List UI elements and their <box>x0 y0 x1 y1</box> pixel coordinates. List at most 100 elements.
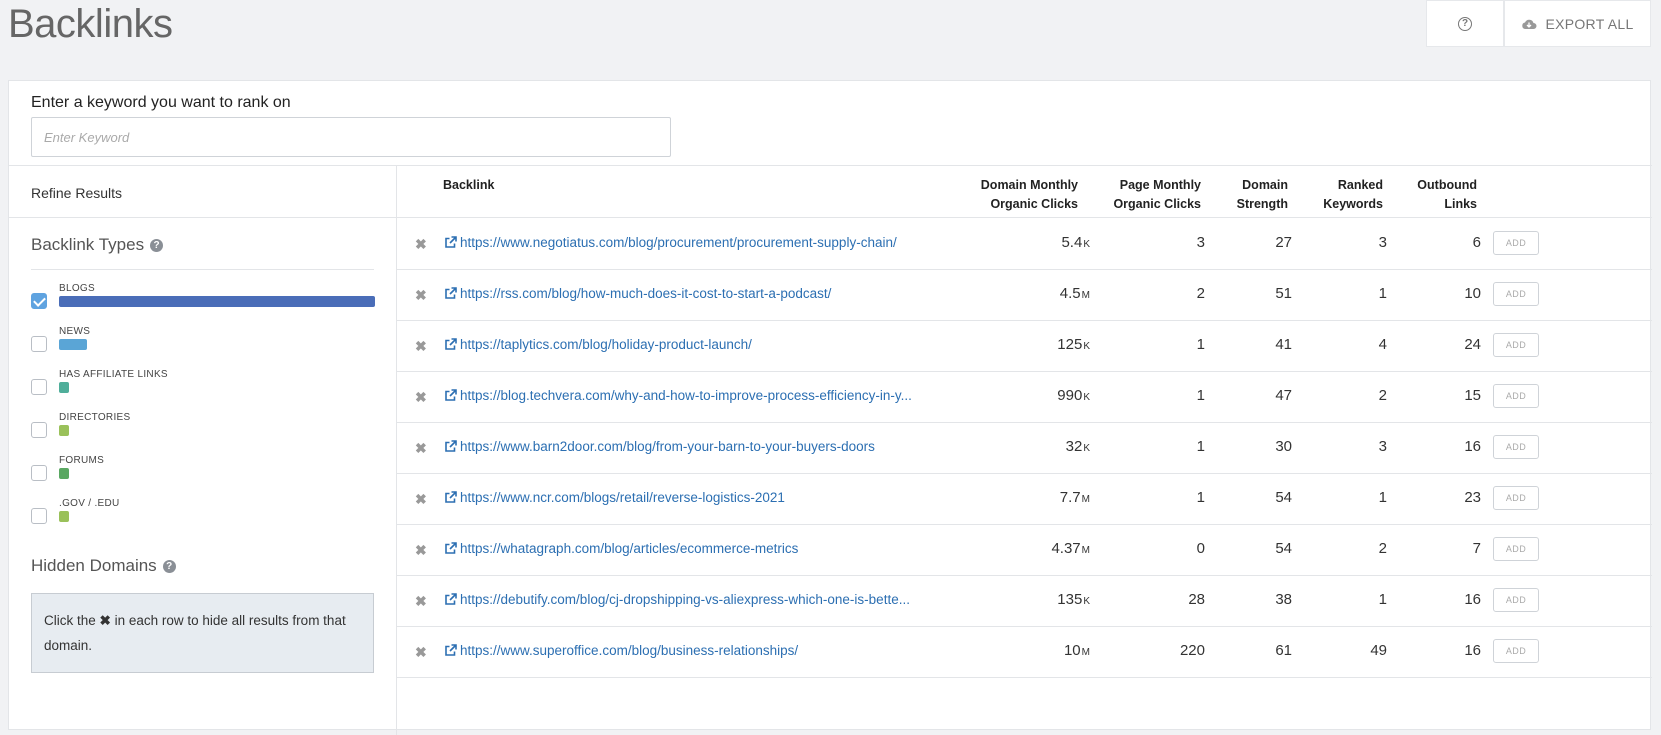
cell-outbound-links: 10 <box>1464 285 1481 302</box>
backlink-url[interactable]: https://blog.techvera.com/why-and-how-to… <box>460 388 912 403</box>
header-ranked-keywords[interactable]: Ranked Keywords <box>1313 176 1383 214</box>
cell-domain-clicks: 32K <box>1000 438 1090 455</box>
type-checkbox[interactable] <box>31 379 47 395</box>
table-row: ✖ https://debutify.com/blog/cj-dropshippi… <box>397 575 1652 626</box>
cell-unit: M <box>1081 290 1090 301</box>
cell-page-clicks: 3 <box>1196 234 1205 251</box>
cell-outbound-links: 16 <box>1464 591 1481 608</box>
keyword-input[interactable] <box>31 117 671 157</box>
backlink-type-item[interactable]: DIRECTORIES <box>31 410 391 450</box>
add-button[interactable]: ADD <box>1493 384 1539 408</box>
external-link-icon[interactable] <box>444 593 457 606</box>
row-divider <box>397 677 1652 678</box>
backlink-type-item[interactable]: FORUMS <box>31 453 391 493</box>
hide-domain-icon[interactable]: ✖ <box>415 441 427 455</box>
type-bar <box>59 382 69 393</box>
cell-ranked-keywords: 2 <box>1378 387 1387 404</box>
cell-outbound-links: 16 <box>1464 642 1481 659</box>
add-button[interactable]: ADD <box>1493 282 1539 306</box>
divider <box>31 269 374 270</box>
hide-domain-icon[interactable]: ✖ <box>415 594 427 608</box>
export-all-button[interactable]: EXPORT ALL <box>1504 0 1651 47</box>
hide-domain-icon[interactable]: ✖ <box>415 237 427 251</box>
backlinks-card: Enter a keyword you want to rank on Refi… <box>8 80 1652 735</box>
external-link-icon[interactable] <box>444 644 457 657</box>
type-checkbox[interactable] <box>31 508 47 524</box>
backlink-url[interactable]: https://whatagraph.com/blog/articles/eco… <box>460 541 798 556</box>
backlink-type-item[interactable]: NEWS <box>31 324 391 364</box>
hide-domain-icon[interactable]: ✖ <box>415 288 427 302</box>
type-checkbox[interactable] <box>31 465 47 481</box>
external-link-icon[interactable] <box>444 491 457 504</box>
cell-ranked-keywords: 1 <box>1378 591 1387 608</box>
add-button[interactable]: ADD <box>1493 537 1539 561</box>
question-icon[interactable]: ? <box>150 238 164 252</box>
cell-ranked-keywords: 3 <box>1378 438 1387 455</box>
cell-domain-strength: 30 <box>1275 438 1292 455</box>
cell-outbound-links: 6 <box>1472 234 1481 251</box>
cell-unit: K <box>1083 443 1090 454</box>
backlink-url[interactable]: https://taplytics.com/blog/holiday-produ… <box>460 337 752 352</box>
hide-domain-icon[interactable]: ✖ <box>415 492 427 506</box>
add-button[interactable]: ADD <box>1493 588 1539 612</box>
backlink-url[interactable]: https://www.negotiatus.com/blog/procurem… <box>460 235 897 250</box>
backlink-url[interactable]: https://rss.com/blog/how-much-does-it-co… <box>460 286 831 301</box>
backlink-url[interactable]: https://www.ncr.com/blogs/retail/reverse… <box>460 490 785 505</box>
hide-domain-icon[interactable]: ✖ <box>415 543 427 557</box>
external-link-icon[interactable] <box>444 236 457 249</box>
cell-value: 32 <box>1065 438 1083 455</box>
refine-results-title: Refine Results <box>31 185 123 201</box>
help-button[interactable]: ? <box>1426 0 1504 47</box>
cell-page-clicks: 2 <box>1196 285 1205 302</box>
export-all-label: EXPORT ALL <box>1545 15 1634 32</box>
divider <box>9 165 1652 166</box>
hide-domain-icon[interactable]: ✖ <box>415 645 427 659</box>
question-icon[interactable]: ? <box>162 559 176 573</box>
cell-ranked-keywords: 1 <box>1378 489 1387 506</box>
external-link-icon[interactable] <box>444 440 457 453</box>
cell-domain-strength: 27 <box>1275 234 1292 251</box>
hide-domain-icon[interactable]: ✖ <box>415 339 427 353</box>
external-link-icon[interactable] <box>444 287 457 300</box>
backlink-types-label: Backlink Types <box>31 235 145 254</box>
backlink-url[interactable]: https://www.superoffice.com/blog/busines… <box>460 643 798 658</box>
backlink-type-item[interactable]: HAS AFFILIATE LINKS <box>31 367 391 407</box>
add-button[interactable]: ADD <box>1493 639 1539 663</box>
header-domain-strength[interactable]: Domain Strength <box>1228 176 1288 214</box>
add-button[interactable]: ADD <box>1493 333 1539 357</box>
type-checkbox[interactable] <box>31 422 47 438</box>
header-backlink[interactable]: Backlink <box>443 176 494 195</box>
table-row: ✖ https://taplytics.com/blog/holiday-prod… <box>397 320 1652 371</box>
cell-ranked-keywords: 2 <box>1378 540 1387 557</box>
cell-page-clicks: 28 <box>1188 591 1205 608</box>
header-page-clicks[interactable]: Page Monthly Organic Clicks <box>1109 176 1201 214</box>
external-link-icon[interactable] <box>444 338 457 351</box>
table-row: ✖ https://www.barn2door.com/blog/from-you… <box>397 422 1652 473</box>
type-label: .GOV / .EDU <box>59 498 120 509</box>
cell-value: 10 <box>1063 642 1081 659</box>
add-button[interactable]: ADD <box>1493 435 1539 459</box>
backlink-type-item[interactable]: .GOV / .EDU <box>31 496 391 536</box>
type-checkbox[interactable] <box>31 293 47 309</box>
cell-unit: K <box>1083 596 1090 607</box>
cell-domain-clicks: 4.37M <box>1000 540 1090 557</box>
external-link-icon[interactable] <box>444 389 457 402</box>
external-link-icon[interactable] <box>444 542 457 555</box>
add-button[interactable]: ADD <box>1493 486 1539 510</box>
add-button[interactable]: ADD <box>1493 231 1539 255</box>
backlink-url[interactable]: https://debutify.com/blog/cj-dropshippin… <box>460 592 910 607</box>
cell-domain-clicks: 4.5M <box>1000 285 1090 302</box>
cell-ranked-keywords: 3 <box>1378 234 1387 251</box>
cell-outbound-links: 16 <box>1464 438 1481 455</box>
hide-domain-icon[interactable]: ✖ <box>415 390 427 404</box>
page-title: Backlinks <box>8 2 173 46</box>
cell-value: 4.37 <box>1051 540 1081 557</box>
header-outbound-links[interactable]: Outbound Links <box>1409 176 1477 214</box>
type-label: FORUMS <box>59 455 105 466</box>
backlink-url[interactable]: https://www.barn2door.com/blog/from-your… <box>460 439 875 454</box>
cell-value: 5.4 <box>1061 234 1083 251</box>
cell-unit: K <box>1083 341 1090 352</box>
backlink-type-item[interactable]: BLOGS <box>31 281 391 321</box>
header-domain-clicks[interactable]: Domain Monthly Organic Clicks <box>974 176 1078 214</box>
type-checkbox[interactable] <box>31 336 47 352</box>
